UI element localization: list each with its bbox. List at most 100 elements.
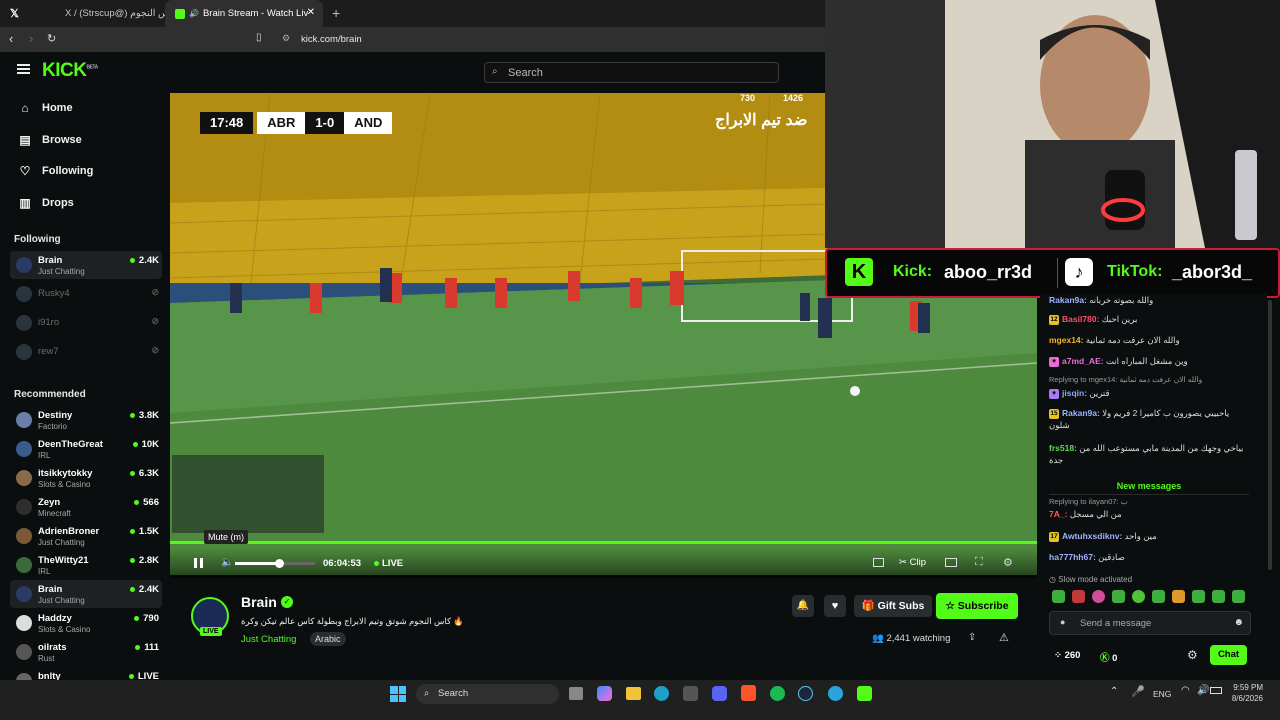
back-icon[interactable]: ‹	[9, 31, 13, 46]
tab-x[interactable]: X / (Strscup@) كأس النجوم	[55, 0, 165, 27]
sidebar-channel-haddzy[interactable]: Haddzy Slots & Casino 790	[10, 609, 162, 637]
file-explorer-icon[interactable]	[626, 687, 641, 700]
new-messages-divider[interactable]: New messages	[1049, 481, 1249, 495]
sidebar-channel-adrienbroner[interactable]: AdrienBroner Just Chatting 1.5K	[10, 522, 162, 550]
streamer-name[interactable]: Brain	[241, 594, 277, 610]
chat-username[interactable]: jisqin:	[1062, 388, 1087, 398]
clip-button[interactable]: ✂ Clip	[899, 557, 926, 568]
emoji-icon[interactable]: ☻	[1233, 617, 1244, 628]
chat-username[interactable]: a7md_AE:	[1062, 356, 1104, 366]
emote-icon[interactable]	[1192, 590, 1205, 603]
emote-icon[interactable]	[1092, 590, 1105, 603]
volume-knob[interactable]	[275, 559, 284, 568]
emote-icon[interactable]	[1172, 590, 1185, 603]
kick-logo[interactable]: KICKBETA	[42, 60, 98, 82]
fullscreen-icon[interactable]: ⛶	[975, 556, 983, 569]
nav-browse[interactable]: ▤ Browse	[18, 133, 81, 147]
live-indicator[interactable]: LIVE	[374, 558, 403, 569]
task-view-icon[interactable]	[569, 687, 583, 700]
sidebar-channel-thewitty21[interactable]: TheWitty21 IRL 2.8K	[10, 551, 162, 579]
emote-icon[interactable]	[1232, 590, 1245, 603]
report-icon[interactable]: ⚠	[999, 631, 1009, 644]
language-indicator[interactable]: ENG	[1153, 689, 1171, 699]
progress-bar[interactable]	[170, 541, 1037, 544]
chat-username[interactable]: Basil780:	[1062, 314, 1099, 324]
chat-username[interactable]: Rakan9a:	[1062, 408, 1100, 418]
follow-button[interactable]: ♥	[824, 595, 846, 617]
close-tab-icon[interactable]: ✕	[307, 7, 315, 18]
chat-username[interactable]: Awtuhxsdiknv:	[1062, 531, 1122, 541]
clock[interactable]: 9:59 PM 8/6/2026	[1223, 682, 1263, 704]
telegram-icon[interactable]	[828, 686, 843, 701]
language-tag[interactable]: Arabic	[310, 632, 346, 646]
taskbar-search[interactable]: ⌕ Search	[416, 684, 559, 704]
sidebar-channel-destiny[interactable]: Destiny Factorio 3.8K	[10, 406, 162, 434]
chat-username[interactable]: mgex14:	[1049, 335, 1084, 345]
tab-brain-stream[interactable]: 🔊 Brain Stream - Watch Live on ✕	[165, 0, 323, 27]
chat-scrollbar[interactable]	[1268, 300, 1272, 570]
chat-username[interactable]: Rakan9a:	[1049, 295, 1087, 305]
emote-icon[interactable]	[1112, 590, 1125, 603]
pause-icon[interactable]	[194, 558, 203, 568]
new-tab-icon[interactable]: +	[332, 5, 340, 21]
search-input[interactable]: ⌕ Search	[484, 62, 779, 83]
sidebar-channel-i91ro[interactable]: i91ro ⊘	[10, 309, 162, 337]
sidebar-channel-rusky4[interactable]: Rusky4 ⊘	[10, 280, 162, 308]
mic-icon[interactable]: 🎤	[1131, 685, 1145, 698]
x-icon[interactable]: 𝕏	[10, 7, 19, 20]
sidebar-channel-brain[interactable]: Brain Just Chatting 2.4K	[10, 251, 162, 279]
gift-subs-button[interactable]: 🎁 Gift Subs	[854, 595, 932, 617]
sidebar-channel-deenthegreat[interactable]: DeenTheGreat IRL 10K	[10, 435, 162, 463]
tray-chevron-icon[interactable]: ⌃	[1110, 686, 1118, 697]
menu-icon[interactable]	[17, 64, 30, 74]
brave-icon[interactable]	[741, 685, 756, 701]
share-icon[interactable]: ⇪	[968, 632, 976, 643]
speaker-icon[interactable]: 🔊	[1197, 685, 1209, 696]
sidebar-channel-rew7[interactable]: rew7 ⊘	[10, 338, 162, 366]
chat-send-button[interactable]: Chat	[1210, 645, 1247, 665]
subscribe-button[interactable]: ☆ Subscribe	[936, 593, 1018, 619]
bookmark-icon[interactable]: ▯	[256, 32, 262, 43]
forward-icon[interactable]: ›	[29, 31, 33, 46]
sidebar-channel-itsikkytokky[interactable]: itsikkytokky Slots & Casino 6.3K	[10, 464, 162, 492]
sidebar-channel-brain-recommended[interactable]: Brain Just Chatting 2.4K	[10, 580, 162, 608]
wifi-icon[interactable]: ◠	[1181, 685, 1190, 696]
settings-icon[interactable]: ⚙	[1003, 556, 1013, 569]
store-icon[interactable]	[683, 686, 698, 701]
chat-username[interactable]: frs518:	[1049, 443, 1077, 453]
emote-icon[interactable]	[1072, 590, 1085, 603]
steam-icon[interactable]	[798, 686, 813, 701]
sidebar-channel-zeyn[interactable]: Zeyn Minecraft 566	[10, 493, 162, 521]
category-link[interactable]: Just Chatting	[241, 634, 296, 645]
nav-home[interactable]: ⌂ Home	[18, 101, 72, 115]
chat-username[interactable]: ha777hh67:	[1049, 552, 1096, 562]
sidebar-channel-oilrats[interactable]: oilrats Rust 111	[10, 638, 162, 666]
windows-start-icon[interactable]	[390, 686, 406, 702]
edge-icon[interactable]	[654, 686, 669, 701]
kick-app-icon[interactable]	[857, 686, 872, 701]
notification-bell-button[interactable]: 🔔	[792, 595, 814, 617]
site-info-icon[interactable]: ⚙	[282, 33, 290, 44]
volume-icon[interactable]: 🔈	[221, 557, 233, 568]
discord-icon[interactable]	[712, 686, 727, 701]
spotify-icon[interactable]	[770, 686, 785, 701]
volume-slider[interactable]	[235, 559, 315, 568]
url-field[interactable]: kick.com/brain	[301, 34, 362, 45]
chat-username[interactable]: 7A_:	[1049, 509, 1067, 519]
emote-icon[interactable]	[1052, 590, 1065, 603]
nav-drops[interactable]: ▥ Drops	[18, 196, 73, 210]
pip-icon[interactable]	[873, 558, 884, 567]
copilot-icon[interactable]	[597, 686, 612, 701]
emote-icon[interactable]	[1152, 590, 1165, 603]
emote-icon[interactable]	[1132, 590, 1145, 603]
nav-following[interactable]: ♡ Following	[18, 164, 94, 178]
sidebar-channel-bnlty[interactable]: bnlty LIVE	[10, 667, 162, 680]
reload-icon[interactable]: ↻	[47, 32, 56, 45]
chat-settings-icon[interactable]: ⚙	[1187, 648, 1198, 662]
kicks-display[interactable]: Ⓚ 0	[1100, 650, 1117, 664]
theater-icon[interactable]	[945, 558, 957, 567]
emote-icon[interactable]	[1212, 590, 1225, 603]
chat-input[interactable]: ● Send a message ☻	[1049, 611, 1251, 635]
points-display[interactable]: ⁘ 260	[1054, 650, 1080, 661]
battery-icon[interactable]	[1210, 687, 1222, 694]
